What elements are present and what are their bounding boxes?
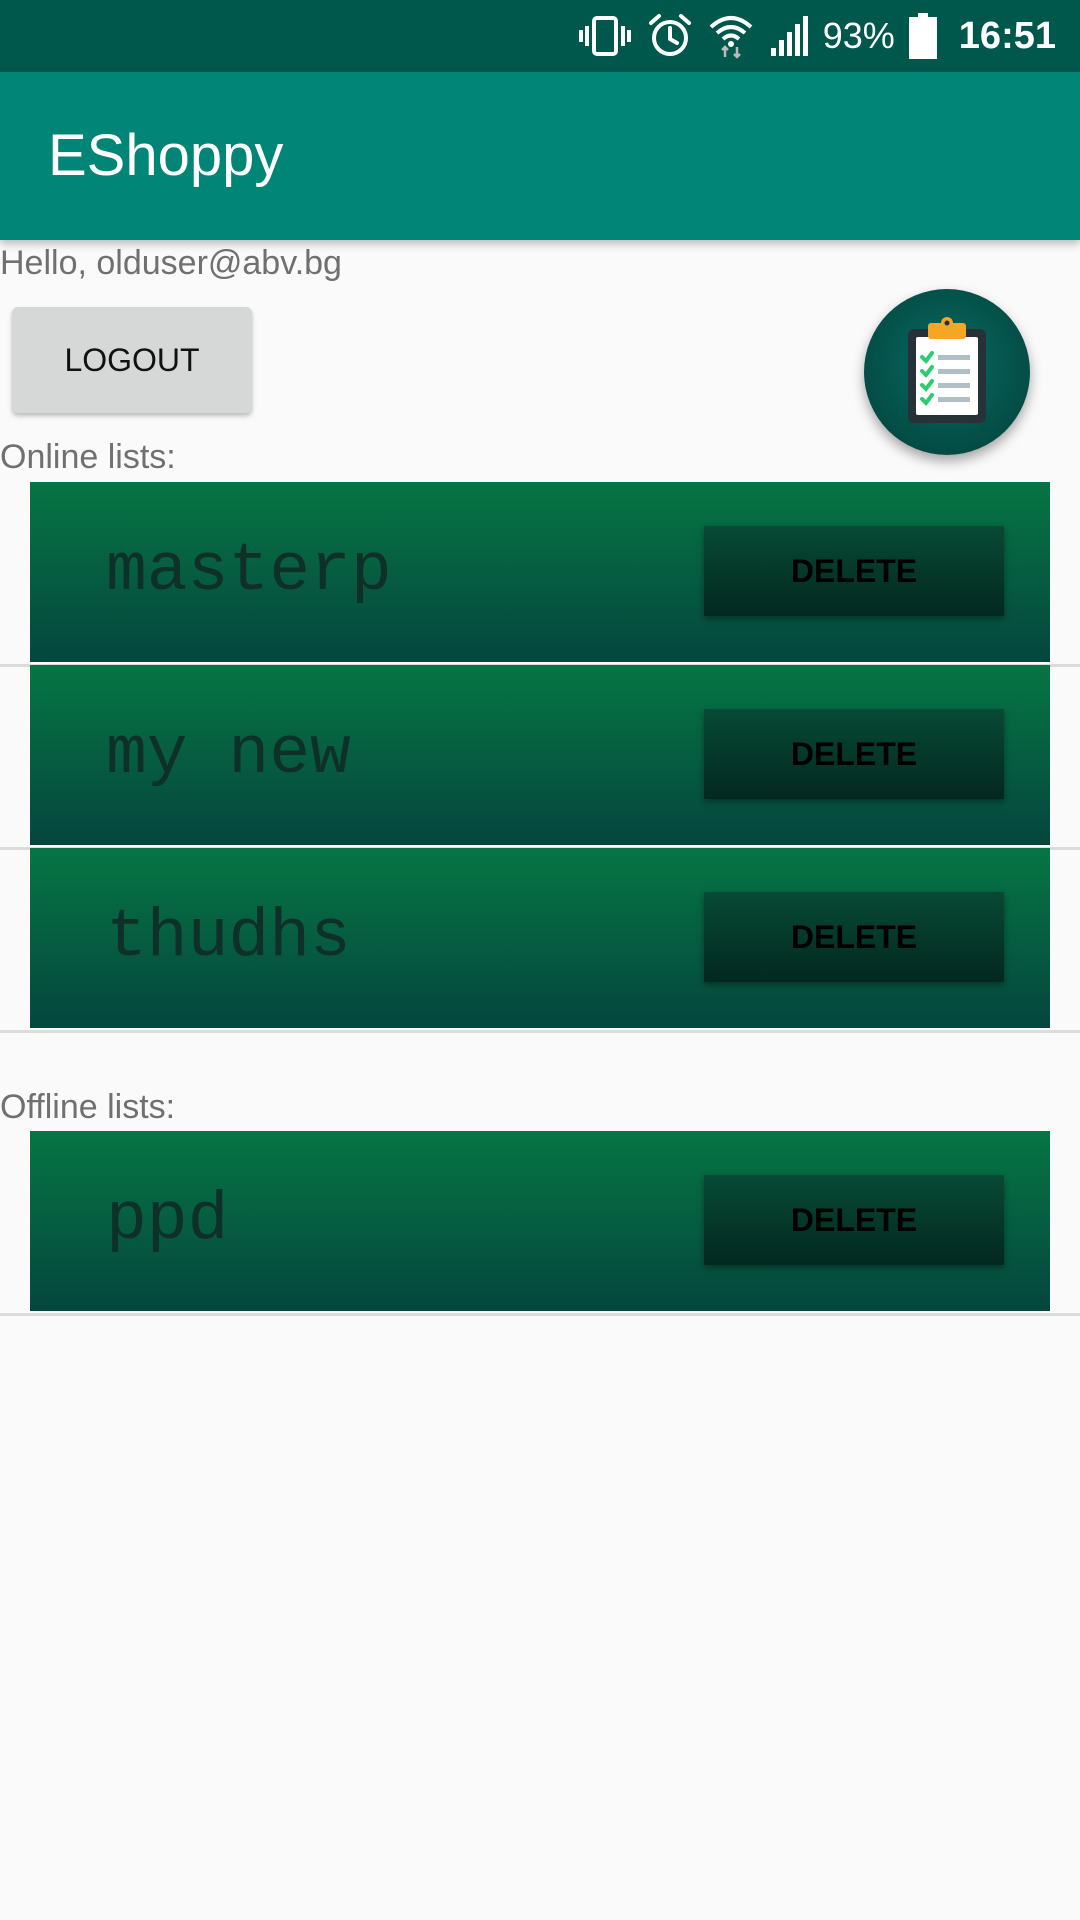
app-bar: EShoppy <box>0 72 1080 240</box>
battery-percent: 93% <box>822 15 895 56</box>
online-lists-label: Online lists: <box>0 438 176 476</box>
delete-button[interactable]: DELETE <box>704 709 1004 799</box>
wifi-icon <box>707 13 755 59</box>
signal-icon <box>769 14 813 58</box>
list-card[interactable]: thudhs DELETE <box>30 848 1050 1028</box>
delete-button[interactable]: DELETE <box>704 1175 1004 1265</box>
delete-button[interactable]: DELETE <box>704 892 1004 982</box>
battery-icon <box>908 13 937 59</box>
offline-lists-label: Offline lists: <box>0 1088 176 1126</box>
delete-button[interactable]: DELETE <box>704 526 1004 616</box>
list-card[interactable]: ppd DELETE <box>30 1131 1050 1311</box>
list-name: thudhs <box>106 899 351 976</box>
greeting-text: Hello, olduser@abv.bg <box>0 244 342 282</box>
add-list-fab[interactable] <box>864 289 1030 455</box>
divider <box>0 1030 1080 1033</box>
app-title: EShoppy <box>48 123 284 188</box>
alarm-icon <box>647 13 693 59</box>
list-name: masterp <box>106 533 392 610</box>
clipboard-checklist-icon <box>902 315 992 430</box>
list-card[interactable]: masterp DELETE <box>30 482 1050 662</box>
status-bar: 93% 16:51 <box>0 0 1080 72</box>
list-name: my new <box>106 716 351 793</box>
vibrate-icon <box>577 14 633 58</box>
divider <box>0 1313 1080 1316</box>
status-icons: 93% 16:51 <box>563 0 1056 72</box>
logout-button[interactable]: LOGOUT <box>12 307 252 413</box>
list-name: ppd <box>106 1182 229 1259</box>
list-card[interactable]: my new DELETE <box>30 665 1050 845</box>
status-time: 16:51 <box>958 14 1056 57</box>
